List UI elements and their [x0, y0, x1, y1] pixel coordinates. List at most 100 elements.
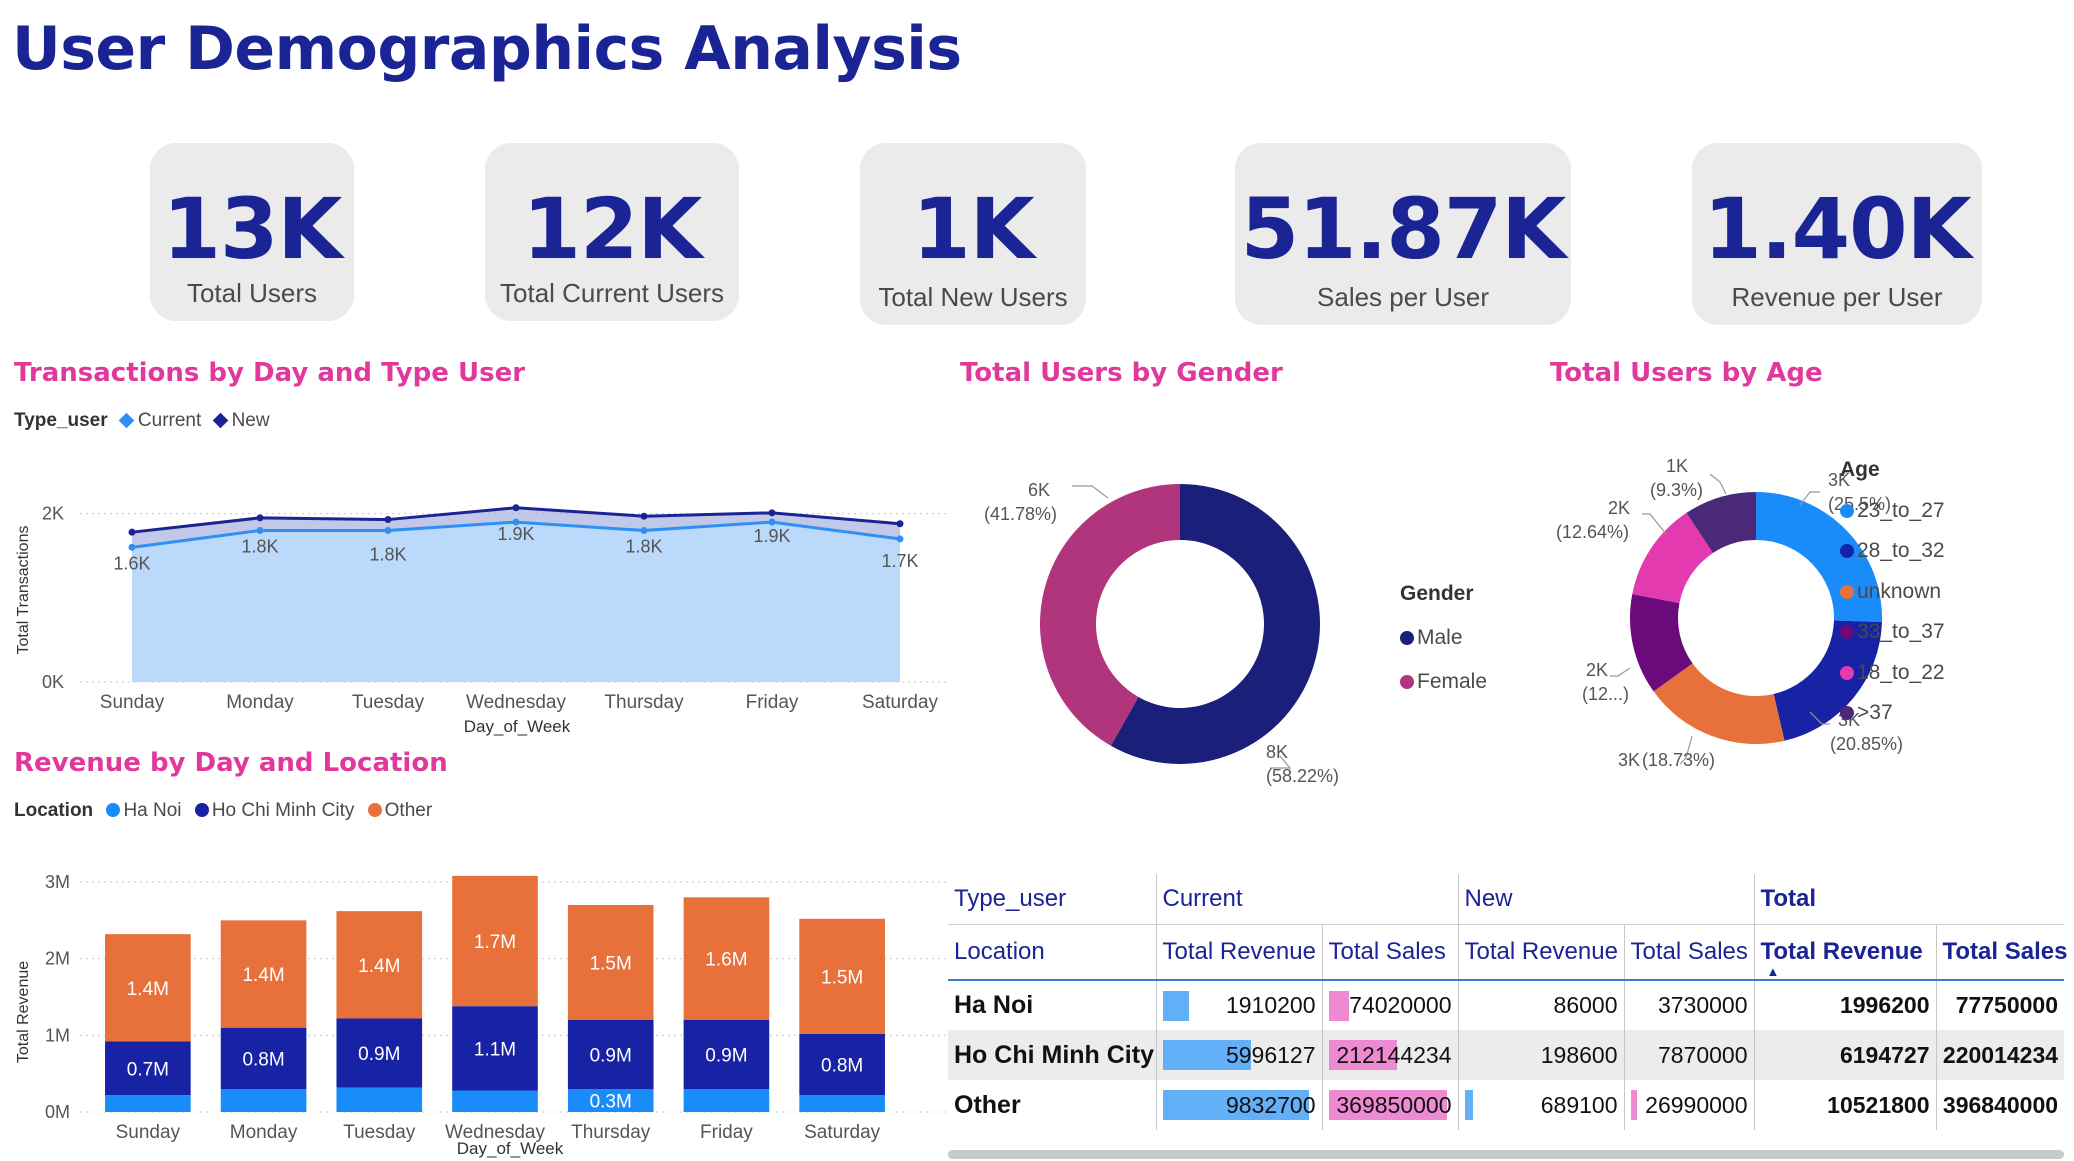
data-label: 1.8K — [369, 545, 406, 565]
matrix-header-total[interactable]: Total — [1753, 874, 2065, 925]
age-18-22-pct: (12.64%) — [1556, 522, 1629, 542]
legend-item-new[interactable]: New — [212, 410, 270, 432]
bar-segment — [452, 1090, 538, 1112]
kpi-card-total-current-users[interactable]: 12K Total Current Users — [485, 143, 739, 321]
legend-dot-icon — [106, 803, 121, 817]
cell-current-sales: 212144234 — [1321, 1030, 1458, 1080]
age-28-32-pct: (20.85%) — [1830, 734, 1903, 754]
data-label: 0.7M — [127, 1059, 169, 1080]
female-pct-label: (41.78%) — [984, 504, 1057, 524]
legend-item-23-27[interactable]: 23_to_27 — [1840, 491, 1945, 532]
gender-chart-title: Total Users by Gender — [960, 358, 1283, 388]
current-point — [256, 527, 264, 534]
cell-total-revenue: 1996200 — [1753, 980, 1937, 1030]
x-tick-label: Wednesday — [466, 692, 566, 713]
diamond-marker-icon — [118, 412, 135, 429]
legend-item-ha-noi[interactable]: Ha Noi — [106, 800, 182, 822]
bar-segment — [683, 1089, 770, 1112]
x-tick-label: Sunday — [116, 1122, 181, 1143]
y-tick-label: 2K — [42, 504, 64, 524]
cell-new-revenue: 198600 — [1457, 1030, 1624, 1080]
revenue-legend: Location Ha Noi Ho Chi Minh City Other — [14, 800, 432, 822]
kpi-value: 1.40K — [1703, 180, 1971, 278]
transactions-area-chart[interactable]: 0K 2K 1.6K 1.8K 1.8K 1.9K 1.8K 1.9K 1.7K Sunday… — [0, 440, 960, 740]
x-tick-label: Saturday — [804, 1122, 881, 1143]
matrix-horizontal-scrollbar[interactable] — [948, 1150, 2064, 1159]
legend-label: unknown — [1857, 579, 1942, 603]
x-axis-ticks: Sunday Monday Tuesday Wednesday Thursday Frid… — [100, 692, 939, 713]
matrix-col-current-sales[interactable]: Total Sales — [1321, 924, 1458, 980]
matrix-header-new[interactable]: New — [1457, 874, 1755, 925]
x-tick-label: Saturday — [862, 692, 939, 713]
age-chart-title: Total Users by Age — [1550, 358, 1823, 388]
new-point — [896, 520, 904, 528]
kpi-card-total-users[interactable]: 13K Total Users — [150, 143, 354, 321]
age-33-37-pct: (12...) — [1582, 684, 1629, 704]
data-label: 1.8K — [241, 537, 278, 557]
legend-label: Male — [1417, 626, 1463, 649]
table-row[interactable]: Ho Chi Minh City 5996127 212144234 19860… — [948, 1030, 2065, 1080]
legend-item-current[interactable]: Current — [118, 410, 201, 432]
matrix-col-total-revenue[interactable]: Total Revenue ▲ — [1753, 924, 1937, 980]
bar-segment — [220, 1089, 307, 1112]
cell-new-revenue: 689100 — [1457, 1080, 1624, 1130]
table-row[interactable]: Other 9832700 369850000 689100 26990000 … — [948, 1080, 2065, 1130]
matrix-col-total-sales[interactable]: Total Sales — [1935, 924, 2067, 980]
current-point — [768, 518, 776, 526]
legend-dot-icon — [194, 803, 209, 817]
data-label: 1.6K — [113, 553, 150, 573]
leader-line — [1642, 513, 1667, 535]
revenue-chart-title: Revenue by Day and Location — [14, 748, 448, 778]
revenue-sales-matrix[interactable]: Type_user Current New Total Location Tot… — [948, 874, 2067, 1158]
data-bar — [1162, 991, 1189, 1021]
data-label: 1.9K — [497, 524, 534, 544]
x-tick-label: Monday — [226, 692, 294, 713]
cell-total-sales: 77750000 — [1935, 980, 2065, 1030]
current-point — [896, 535, 904, 543]
legend-item-28-32[interactable]: 28_to_32 — [1840, 531, 1945, 572]
matrix-col-new-revenue[interactable]: Total Revenue — [1457, 924, 1624, 980]
x-tick-label: Tuesday — [343, 1122, 416, 1143]
legend-dot-icon — [1840, 625, 1854, 639]
revenue-stacked-bar-chart[interactable]: 0M 1M 2M 3M 0.7M 1.4M 0.8M 1.4M 0.9M 1.4M 1.1M 1.7… — [0, 860, 960, 1160]
diamond-marker-icon — [212, 412, 228, 429]
legend-label: Female — [1417, 670, 1488, 693]
matrix-col-current-revenue[interactable]: Total Revenue — [1155, 924, 1322, 980]
cell-total-revenue: 10521800 — [1753, 1080, 1937, 1130]
cell-current-sales: 74020000 — [1321, 980, 1458, 1030]
male-pct-label: (58.22%) — [1266, 766, 1339, 786]
current-point — [640, 527, 648, 534]
legend-item-other[interactable]: Other — [367, 800, 432, 822]
legend-label: Ho Chi Minh City — [211, 800, 355, 821]
legend-item-unknown[interactable]: unknown — [1840, 572, 1945, 613]
age-unknown-value: 3K — [1618, 750, 1640, 770]
data-label: 1.5M — [590, 954, 632, 975]
legend-item-male[interactable]: Male — [1400, 616, 1487, 660]
kpi-card-revenue-per-user[interactable]: 1.40K Revenue per User — [1692, 143, 1982, 325]
legend-label: 33_to_37 — [1857, 620, 1945, 643]
cell-total-sales: 220014234 — [1935, 1030, 2065, 1080]
kpi-card-sales-per-user[interactable]: 51.87K Sales per User — [1235, 143, 1571, 325]
data-label: 0.3M — [590, 1092, 632, 1113]
legend-item-female[interactable]: Female — [1400, 660, 1487, 704]
matrix-col-new-sales[interactable]: Total Sales — [1623, 924, 1755, 980]
current-point — [128, 543, 136, 551]
legend-item-37[interactable]: >37 — [1840, 693, 1945, 734]
legend-item-hcm[interactable]: Ho Chi Minh City — [194, 800, 355, 822]
transactions-legend: Type_user Current New — [14, 410, 270, 432]
kpi-value: 51.87K — [1240, 180, 1567, 278]
legend-item-33-37[interactable]: 33_to_37 — [1840, 612, 1945, 653]
matrix-header-current[interactable]: Current — [1155, 874, 1458, 925]
data-bar — [1328, 991, 1349, 1021]
data-label: 0.9M — [358, 1044, 400, 1065]
y-axis-ticks: 0K 2K — [42, 504, 64, 692]
y-axis-label: Total Transactions — [15, 526, 32, 655]
legend-item-18-22[interactable]: 18_to_22 — [1840, 653, 1945, 694]
table-row[interactable]: Ha Noi 1910200 74020000 86000 3730000 19… — [948, 980, 2065, 1030]
data-label: 1.7K — [881, 551, 918, 571]
legend-title: Type_user — [14, 410, 108, 431]
kpi-card-total-new-users[interactable]: 1K Total New Users — [860, 143, 1086, 325]
sort-ascending-icon[interactable]: ▲ — [1767, 964, 1780, 979]
matrix-header-location[interactable]: Location — [948, 924, 1156, 980]
legend-dot-icon — [367, 803, 382, 817]
